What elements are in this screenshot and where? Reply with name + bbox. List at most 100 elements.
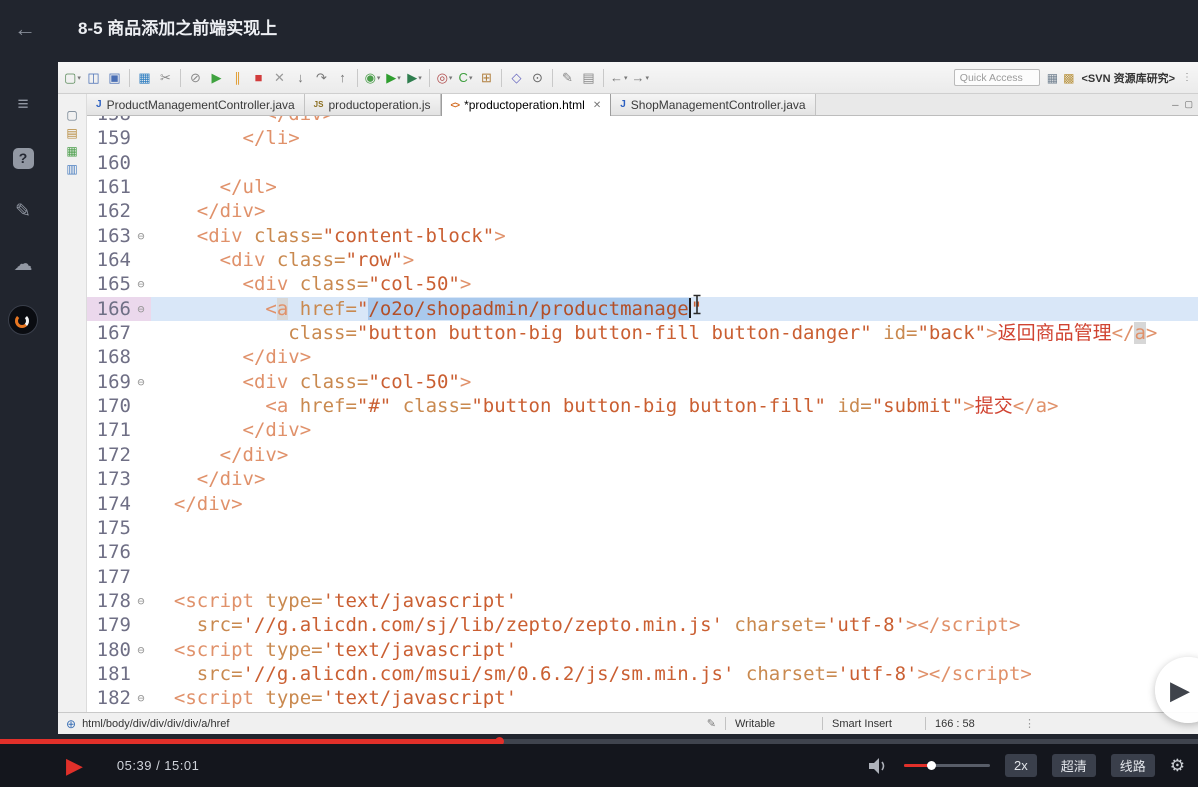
outline-icon[interactable]: ▦ <box>66 144 77 158</box>
avatar[interactable] <box>0 305 46 335</box>
perspective-overflow-icon[interactable]: ⋮ <box>1182 72 1192 83</box>
code-line-162[interactable]: 162 </div> <box>87 199 1198 223</box>
annotations-icon[interactable]: ▤ <box>578 66 599 90</box>
code-line-172[interactable]: 172 </div> <box>87 443 1198 467</box>
route-button[interactable]: 线路 <box>1110 754 1155 777</box>
tab-shopmanagementcontroller-java[interactable]: J ShopManagementController.java <box>611 94 816 115</box>
code-line-168[interactable]: 168 </div> <box>87 345 1198 369</box>
project-explorer-icon[interactable]: ▤ <box>66 126 77 140</box>
suspend-icon[interactable]: ∥ <box>227 66 248 90</box>
code-line-175[interactable]: 175 <box>87 516 1198 540</box>
code-line-169[interactable]: 169 ⊖ <div class="col-50"> <box>87 370 1198 394</box>
code-line-167[interactable]: 167 class="button button-big button-fill… <box>87 321 1198 345</box>
console-view-icon[interactable]: ▥ <box>66 162 77 176</box>
code-line-173[interactable]: 173 </div> <box>87 467 1198 491</box>
forward-history-icon[interactable]: → ▾ <box>630 66 652 90</box>
back-history-icon[interactable]: ← ▾ <box>608 66 630 90</box>
search-icon[interactable]: ⊙ <box>527 66 548 90</box>
code-line-171[interactable]: 171 </div> <box>87 418 1198 442</box>
volume-icon[interactable] <box>868 757 889 774</box>
quick-access-input[interactable] <box>953 69 1040 86</box>
minimize-icon[interactable]: ─ <box>1172 100 1178 110</box>
step-return-icon[interactable]: ↑ <box>332 66 353 90</box>
code-line-166[interactable]: 166 ⊖ <a href="/o2o/shopadmin/productmana… <box>87 296 1198 322</box>
console-icon[interactable]: ▦ <box>134 66 155 90</box>
fold-marker-icon[interactable]: ⊖ <box>131 370 151 394</box>
code-line-165[interactable]: 165 ⊖ <div class="col-50"> <box>87 272 1198 296</box>
debug-icon[interactable]: ◉ ▾ <box>362 66 383 90</box>
back-button[interactable]: ← <box>14 0 36 58</box>
line-number: 168 <box>96 346 131 369</box>
open-perspective-icon[interactable]: ▦ <box>1047 71 1058 85</box>
quality-button[interactable]: 超清 <box>1051 754 1096 777</box>
code-line-178[interactable]: 178 ⊖ <script type='text/javascript' <box>87 589 1198 613</box>
code-line-177[interactable]: 177 <box>87 565 1198 589</box>
code-line-163[interactable]: 163 ⊖ <div class="content-block"> <box>87 224 1198 248</box>
fold-marker-icon[interactable]: ⊖ <box>131 297 151 321</box>
resume-icon[interactable]: ▶ <box>206 66 227 90</box>
settings-gear-icon[interactable]: ⚙ <box>1170 756 1185 776</box>
code-line-176[interactable]: 176 <box>87 540 1198 564</box>
terminate-icon[interactable]: ■ <box>248 66 269 90</box>
left-sidebar: ≡? ✎ ☁ <box>0 62 46 739</box>
code-line-181[interactable]: 181 src='//g.alicdn.com/msui/sm/0.6.2/js… <box>87 662 1198 686</box>
external-tools-icon[interactable]: ▶ ▾ <box>404 66 425 90</box>
tab-label: ShopManagementController.java <box>630 97 806 112</box>
code-line-182[interactable]: 182 ⊖ <script type='text/javascript' <box>87 686 1198 710</box>
playback-speed-button[interactable]: 2x <box>1004 754 1037 777</box>
new-package-icon[interactable]: ⊞ <box>476 66 497 90</box>
play-button[interactable]: ▶ <box>66 754 83 777</box>
code-line-160[interactable]: 160 <box>87 151 1198 175</box>
cloud-icon[interactable]: ☁ <box>0 252 46 276</box>
close-tab-icon[interactable]: ✕ <box>593 100 601 111</box>
run-icon[interactable]: ▶ ▾ <box>383 66 404 90</box>
toolbar-separator <box>129 68 130 87</box>
code-editor[interactable]: 158 </div>159 </li>160161 </ul>162 </div… <box>87 116 1198 712</box>
status-overflow-icon[interactable]: ⋮ <box>1024 717 1035 730</box>
tab--productoperation-html[interactable]: <> *productoperation.html ✕ <box>440 94 612 116</box>
skip-breakpoints-icon[interactable]: ⊘ <box>185 66 206 90</box>
restore-views-icon[interactable]: ▢ <box>66 108 77 122</box>
maximize-icon[interactable]: ▢ <box>1184 99 1193 110</box>
code-line-170[interactable]: 170 <a href="#" class="button button-big… <box>87 394 1198 418</box>
volume-handle[interactable] <box>926 761 936 770</box>
save-icon[interactable]: ◫ <box>83 66 104 90</box>
new-class-icon[interactable]: C ▾ <box>455 66 476 90</box>
code-line-179[interactable]: 179 src='//g.alicdn.com/sj/lib/zepto/zep… <box>87 613 1198 637</box>
disconnect-icon[interactable]: ✕ <box>269 66 290 90</box>
tab-productmanagementcontroller-java[interactable]: J ProductManagementController.java <box>87 94 305 115</box>
code-line-180[interactable]: 180 ⊖ <script type='text/javascript' <box>87 638 1198 662</box>
step-into-icon[interactable]: ↓ <box>290 66 311 90</box>
time-display: 05:39 / 15:01 <box>116 758 200 773</box>
fold-marker-icon[interactable]: ⊖ <box>131 224 151 248</box>
perspective-label[interactable]: <SVN 资源库研究> <box>1081 70 1175 86</box>
mark-occurrences-icon[interactable]: ✎ <box>557 66 578 90</box>
step-over-icon[interactable]: ↷ <box>311 66 332 90</box>
notes-icon[interactable]: ✎ <box>0 199 46 223</box>
menu-icon[interactable]: ≡ <box>0 93 46 117</box>
code-line-164[interactable]: 164 <div class="row"> <box>87 248 1198 272</box>
line-number: 169 <box>96 370 131 393</box>
toolbar-separator <box>180 68 181 87</box>
coverage-icon[interactable]: ◎ ▾ <box>434 66 455 90</box>
svn-perspective-icon[interactable]: ▩ <box>1063 71 1074 85</box>
tab-productoperation-js[interactable]: JS productoperation.js <box>304 94 441 115</box>
cut-icon[interactable]: ✂ <box>155 66 176 90</box>
code-text: <script type='text/javascript' <box>151 638 518 661</box>
help-icon[interactable]: ? <box>0 146 46 170</box>
fold-marker-icon[interactable]: ⊖ <box>131 686 151 710</box>
fold-marker-icon[interactable]: ⊖ <box>131 638 151 662</box>
new-wizard-icon[interactable]: ▢ ▾ <box>62 66 83 90</box>
code-line-159[interactable]: 159 </li> <box>87 126 1198 150</box>
code-line-158[interactable]: 158 </div> <box>87 116 1198 126</box>
fold-marker-icon[interactable]: ⊖ <box>131 589 151 613</box>
save-all-icon[interactable]: ▣ <box>104 66 125 90</box>
fold-marker-icon[interactable]: ⊖ <box>131 272 151 296</box>
code-line-161[interactable]: 161 </ul> <box>87 175 1198 199</box>
open-type-icon[interactable]: ◇ <box>506 66 527 90</box>
volume-slider[interactable] <box>903 761 990 770</box>
code-line-174[interactable]: 174 </div> <box>87 492 1198 516</box>
